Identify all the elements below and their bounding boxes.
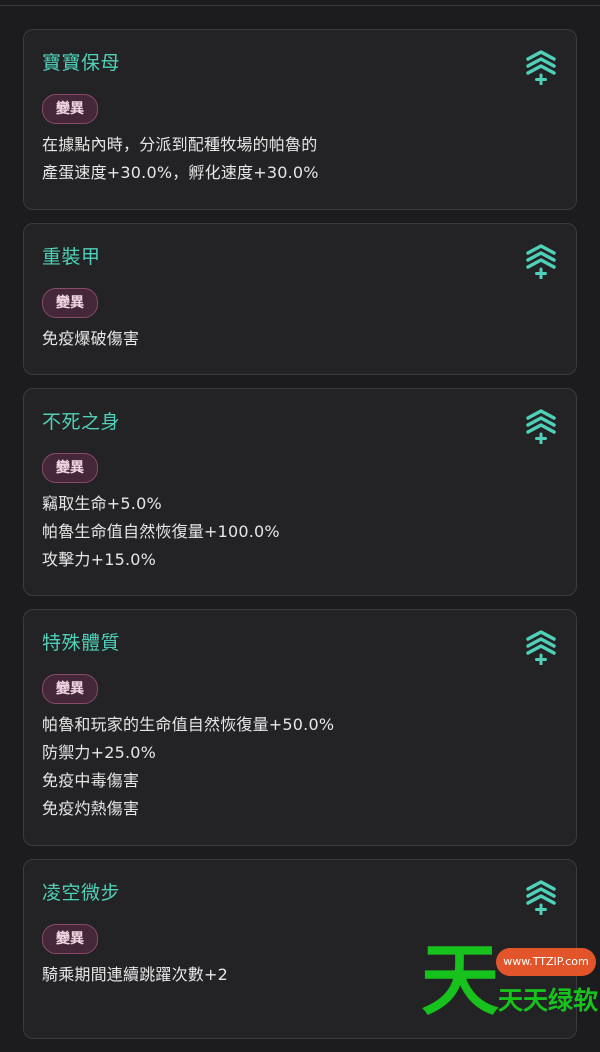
rank-up-chevrons-icon: [526, 880, 556, 915]
skill-title: 寶寶保母: [42, 52, 121, 74]
skill-effect-line: 在據點內時，分派到配種牧場的帕魯的: [42, 135, 318, 154]
skill-effects: 竊取生命+5.0% 帕魯生命值自然恢復量+100.0% 攻擊力+15.0%: [42, 490, 558, 574]
skill-title: 特殊體質: [42, 632, 121, 654]
skill-effect-line: 免疫中毒傷害: [42, 771, 140, 790]
mutation-badge: 變異: [42, 288, 98, 318]
skill-effects: 免疫爆破傷害: [42, 325, 558, 353]
skill-effect-line: 攻擊力+15.0%: [42, 550, 157, 569]
rank-up-chevrons-icon: [526, 244, 556, 279]
skill-effect-line: 免疫灼熱傷害: [42, 799, 140, 818]
mutation-badge: 變異: [42, 94, 98, 124]
rank-up-chevrons-icon: [526, 409, 556, 444]
skill-effect-line: 帕魯和玩家的生命值自然恢復量+50.0%: [42, 715, 335, 734]
skill-effect-line: 竊取生命+5.0%: [42, 494, 162, 513]
skill-card-baby-nanny[interactable]: 寶寶保母 變異 在據點內時，分派到配種牧場的帕魯的 產蛋速度+30.0%，孵化速…: [23, 29, 577, 210]
top-divider: [0, 0, 600, 6]
rank-up-chevrons-icon: [526, 630, 556, 665]
skill-title: 重裝甲: [42, 246, 101, 268]
skill-card-immortal-body[interactable]: 不死之身 變異 竊取生命+5.0% 帕魯生命值自然恢復量+100.0% 攻擊力+…: [23, 388, 577, 596]
watermark-brand-text: 天天绿软: [498, 986, 599, 1015]
mutation-badge: 變異: [42, 453, 98, 483]
rank-up-chevrons-icon: [526, 50, 556, 85]
skill-card-special-constitution[interactable]: 特殊體質 變異 帕魯和玩家的生命值自然恢復量+50.0% 防禦力+25.0% 免…: [23, 609, 577, 846]
skill-title: 不死之身: [42, 411, 121, 433]
skill-effects: 帕魯和玩家的生命值自然恢復量+50.0% 防禦力+25.0% 免疫中毒傷害 免疫…: [42, 711, 558, 823]
skill-card-heavy-armor[interactable]: 重裝甲 變異 免疫爆破傷害: [23, 223, 577, 375]
watermark-logo-glyph: 天: [420, 936, 499, 1026]
skill-effect-line: 防禦力+25.0%: [42, 743, 157, 762]
mutation-badge: 變異: [42, 924, 98, 954]
watermark-url-badge: www.TTZIP.com: [496, 948, 596, 976]
skill-effect-line: 產蛋速度+30.0%，孵化速度+30.0%: [42, 163, 319, 182]
skill-title: 凌空微步: [42, 882, 121, 904]
skill-effect-line: 免疫爆破傷害: [42, 329, 140, 348]
skill-effects: 在據點內時，分派到配種牧場的帕魯的 產蛋速度+30.0%，孵化速度+30.0%: [42, 131, 558, 187]
mutation-badge: 變異: [42, 674, 98, 704]
skill-effect-line: 帕魯生命值自然恢復量+100.0%: [42, 522, 280, 541]
passive-skill-list: 寶寶保母 變異 在據點內時，分派到配種牧場的帕魯的 產蛋速度+30.0%，孵化速…: [23, 29, 577, 1052]
